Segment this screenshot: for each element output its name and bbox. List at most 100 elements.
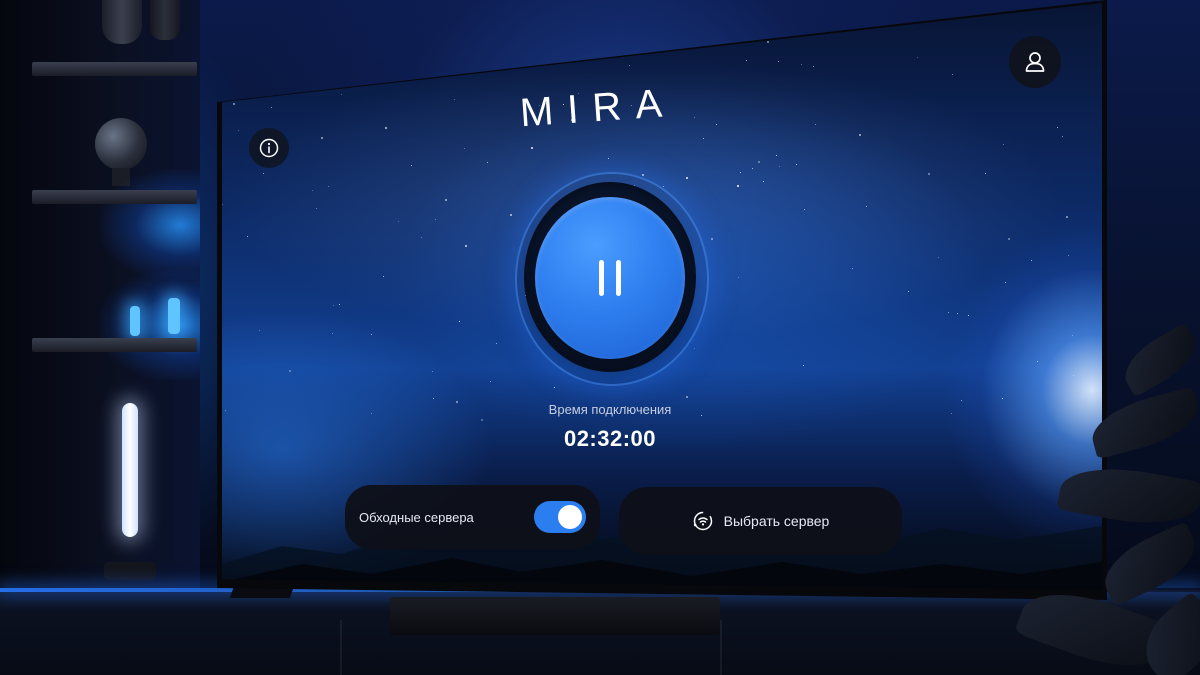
star [771, 36, 772, 37]
star [968, 315, 969, 316]
vase-decor-small [150, 0, 180, 40]
star [778, 61, 779, 62]
star [1073, 375, 1074, 376]
star [752, 168, 753, 169]
star [1072, 335, 1073, 336]
star [957, 313, 958, 314]
star [328, 186, 329, 187]
star [433, 398, 434, 399]
star [796, 164, 797, 165]
star [928, 173, 930, 175]
lamp-base [104, 562, 156, 580]
floor-lamp [122, 403, 138, 537]
star [801, 64, 802, 65]
shelf-glow-lower [100, 270, 200, 380]
star [243, 64, 244, 65]
shelf-middle [32, 190, 197, 204]
star [1002, 398, 1003, 399]
room-scene: MIRA Время подключения 02:32:00 Обходные… [0, 0, 1200, 675]
star [464, 148, 465, 149]
connect-toggle-button[interactable] [535, 197, 685, 359]
tv-stand [390, 597, 720, 635]
user-icon [1025, 52, 1045, 72]
star [332, 333, 333, 334]
star [985, 173, 986, 174]
star [233, 103, 235, 105]
star [339, 304, 340, 305]
shelf-top [32, 62, 197, 76]
star [289, 370, 291, 372]
star [952, 74, 953, 75]
star [948, 312, 949, 313]
star [776, 155, 777, 156]
star [293, 60, 295, 62]
star [377, 21, 378, 22]
star [222, 204, 223, 205]
star [609, 31, 610, 32]
star [383, 276, 384, 277]
star [1057, 127, 1058, 128]
star [316, 208, 317, 209]
star [711, 238, 713, 240]
star [686, 396, 688, 398]
star [284, 67, 286, 69]
pause-icon-bar [616, 260, 621, 296]
star [490, 381, 491, 382]
plant-leaf [1115, 322, 1200, 398]
star [531, 147, 533, 149]
star [263, 173, 264, 174]
star [737, 185, 739, 187]
shelf-light-right [168, 298, 180, 334]
bypass-servers-label: Обходные сервера [359, 509, 474, 525]
star [512, 11, 514, 13]
star [456, 401, 458, 403]
star [746, 60, 747, 61]
star [1008, 238, 1010, 240]
star [716, 124, 717, 125]
star [694, 117, 695, 118]
star [1003, 144, 1004, 145]
star [663, 186, 664, 187]
connection-time-label: Время подключения [548, 402, 672, 417]
star [608, 158, 609, 159]
select-server-button[interactable]: Выбрать сервер [619, 487, 902, 555]
info-button[interactable] [249, 128, 289, 168]
star [656, 21, 657, 22]
star [369, 1, 370, 2]
star [740, 172, 741, 173]
star [385, 127, 387, 129]
star [758, 161, 760, 163]
cabinet-divider [340, 620, 342, 675]
star [459, 321, 460, 322]
star [779, 166, 780, 167]
star [709, 10, 710, 11]
star [908, 291, 909, 292]
star [435, 219, 436, 220]
star [738, 277, 739, 278]
star [961, 400, 962, 401]
bypass-servers-toggle[interactable] [534, 501, 586, 533]
star [917, 57, 918, 58]
star [333, 305, 334, 306]
star [642, 174, 644, 176]
star [445, 199, 447, 201]
star [1005, 282, 1006, 283]
star [271, 107, 272, 108]
profile-button[interactable] [1009, 36, 1061, 88]
vase-decor [102, 0, 142, 44]
star [1068, 255, 1069, 256]
star [686, 177, 688, 179]
star [767, 41, 769, 43]
star [496, 343, 497, 344]
star [852, 268, 853, 269]
star [815, 124, 816, 125]
star [510, 214, 512, 216]
star [859, 134, 861, 136]
star [797, 3, 799, 5]
server-select-icon [693, 511, 712, 531]
star [1066, 216, 1068, 218]
star [703, 138, 704, 139]
star [1031, 260, 1032, 261]
shelf-light [130, 306, 140, 336]
star [629, 65, 630, 66]
